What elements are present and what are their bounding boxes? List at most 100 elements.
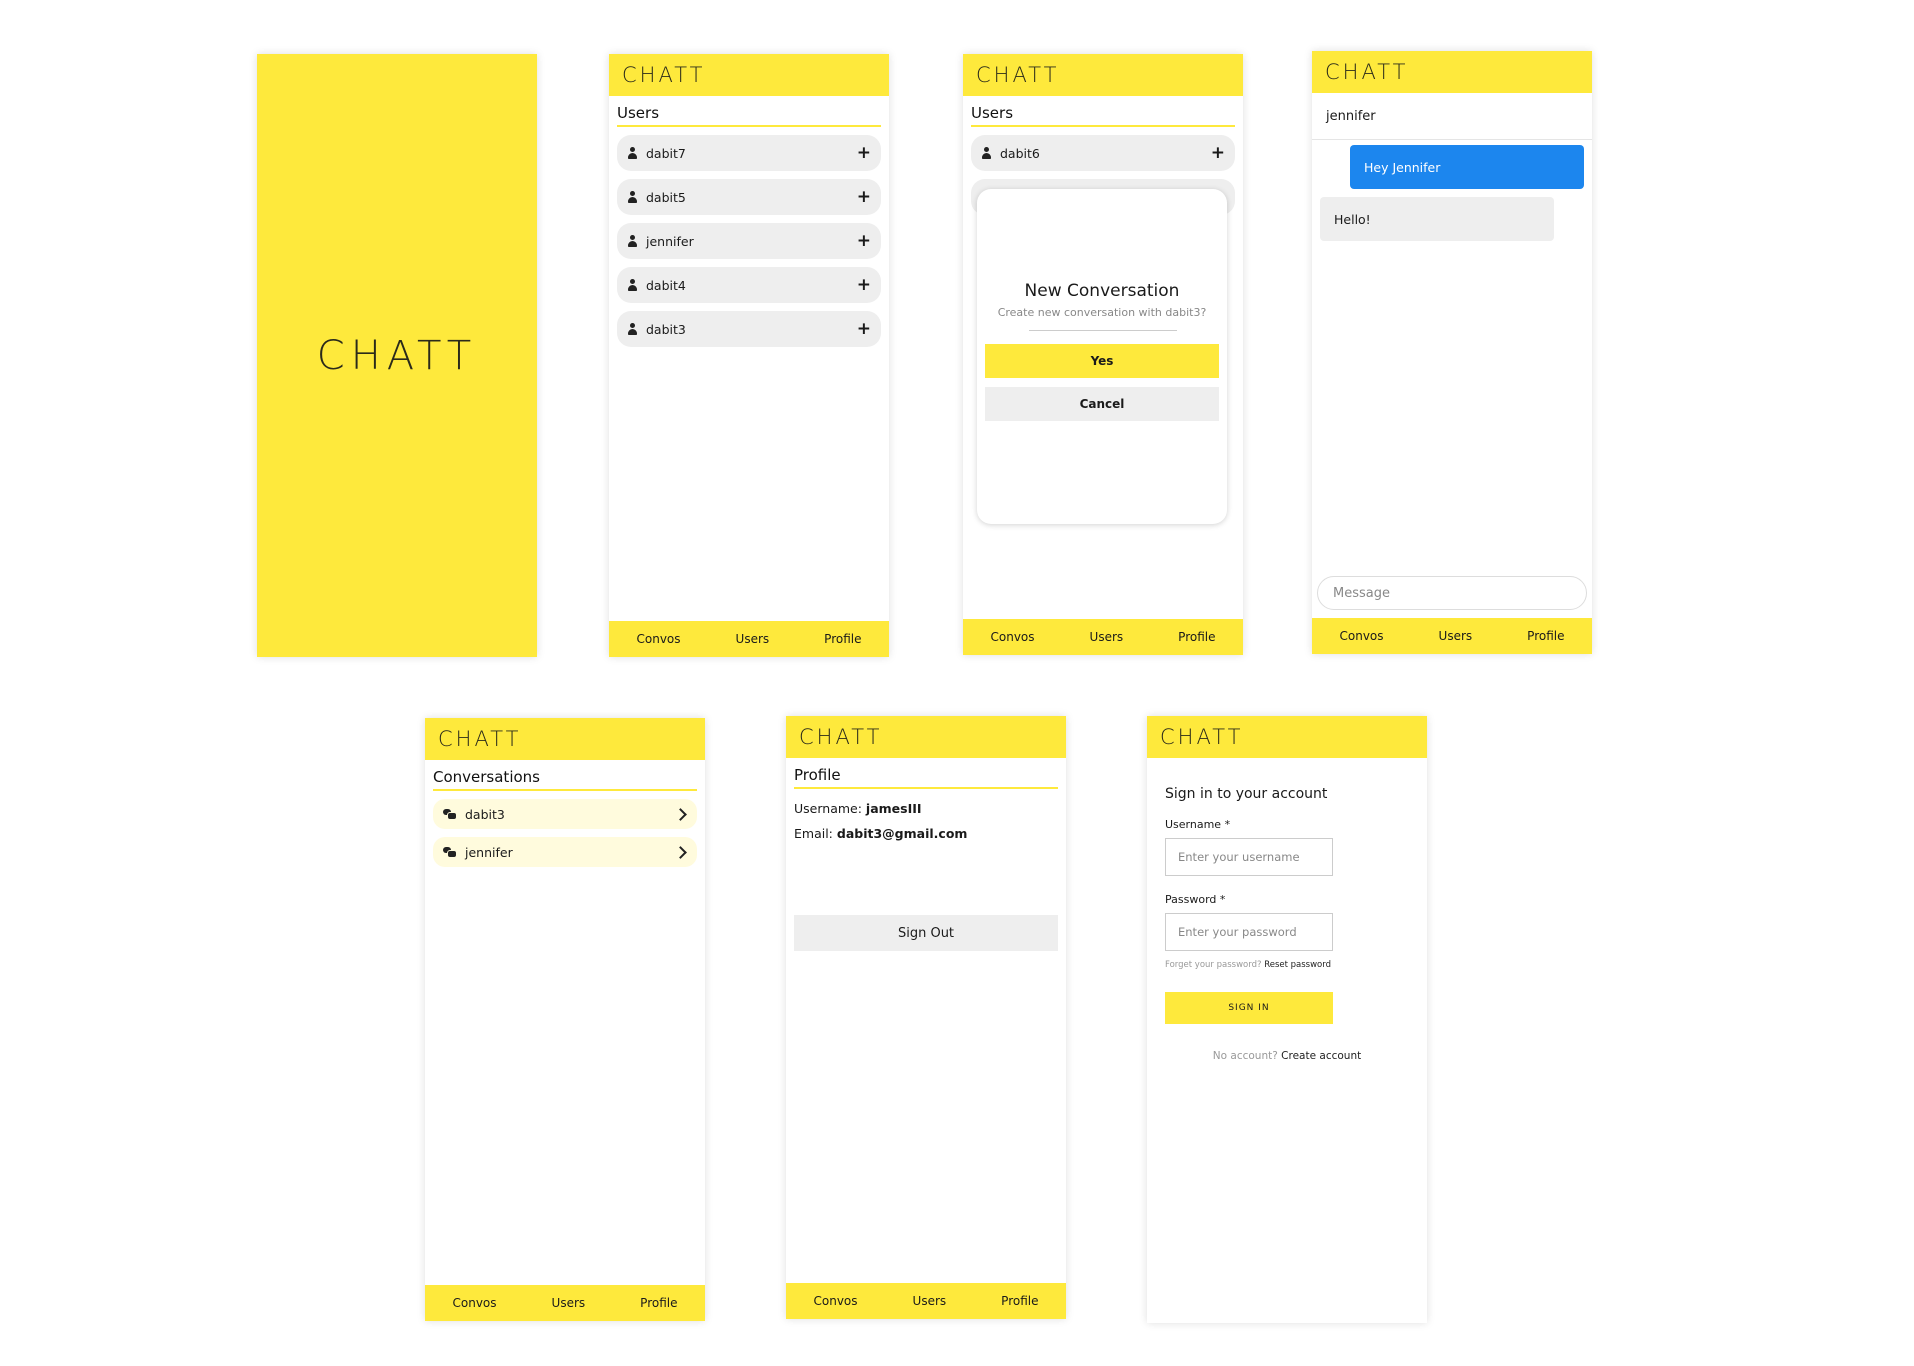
person-icon — [627, 147, 638, 159]
chevron-right-icon — [674, 807, 687, 821]
no-account-text: No account? — [1212, 1050, 1278, 1062]
nav-convos[interactable]: Convos — [985, 630, 1041, 644]
modal-title: New Conversation — [1024, 281, 1180, 301]
nav-profile[interactable]: Profile — [995, 1294, 1044, 1308]
username-value: jamesIII — [865, 801, 922, 816]
divider — [1029, 330, 1177, 331]
app-header: CHATT — [963, 54, 1243, 96]
conversation-name: jennifer — [465, 844, 513, 860]
plus-icon[interactable]: + — [857, 232, 871, 250]
user-item[interactable]: dabit5 + — [617, 179, 881, 215]
app-logo: CHATT — [622, 63, 706, 87]
nav-profile[interactable]: Profile — [1172, 630, 1221, 644]
email-label: Email: — [794, 826, 833, 841]
message-input[interactable]: Message — [1317, 576, 1587, 610]
bottom-nav: Convos Users Profile — [1312, 618, 1592, 654]
person-icon — [627, 235, 638, 247]
message-incoming: Hello! — [1320, 197, 1554, 241]
yes-button[interactable]: Yes — [985, 344, 1219, 378]
bottom-nav: Convos Users Profile — [425, 1285, 705, 1321]
user-name: dabit5 — [646, 189, 686, 205]
forgot-text: Forget your password? — [1165, 960, 1262, 970]
nav-convos[interactable]: Convos — [1334, 629, 1390, 643]
app-header: CHATT — [786, 716, 1066, 758]
page-title: Conversations — [433, 766, 697, 791]
new-conversation-modal: New Conversation Create new conversation… — [977, 189, 1227, 524]
user-item[interactable]: dabit4 + — [617, 267, 881, 303]
user-name: dabit3 — [646, 321, 686, 337]
email-value: dabit3@gmail.com — [836, 826, 968, 841]
app-logo: CHATT — [1160, 725, 1244, 749]
username-label: Username * — [1165, 818, 1231, 831]
bottom-nav: Convos Users Profile — [963, 619, 1243, 655]
signin-title: Sign in to your account — [1165, 786, 1328, 802]
message-outgoing: Hey Jennifer — [1350, 145, 1584, 189]
users-screen: CHATT Users dabit7 + dabit5 + jennifer + da… — [609, 54, 889, 657]
profile-username: Username: jamesIII — [794, 801, 1058, 816]
bottom-nav: Convos Users Profile — [609, 621, 889, 657]
person-icon — [627, 191, 638, 203]
chat-screen: CHATT jennifer Hey Jennifer Hello! Messa… — [1312, 51, 1592, 654]
app-header: CHATT — [1312, 51, 1592, 93]
nav-convos[interactable]: Convos — [631, 632, 687, 646]
person-icon — [627, 323, 638, 335]
page-title: Users — [617, 102, 881, 127]
person-icon — [627, 279, 638, 291]
nav-users[interactable]: Users — [1433, 629, 1479, 643]
conversation-item[interactable]: jennifer — [433, 837, 697, 867]
user-name: dabit7 — [646, 145, 686, 161]
nav-convos[interactable]: Convos — [447, 1296, 503, 1310]
chat-icon — [443, 809, 457, 820]
user-item[interactable]: dabit3 + — [617, 311, 881, 347]
sign-in-button[interactable]: SIGN IN — [1165, 992, 1333, 1024]
nav-users[interactable]: Users — [546, 1296, 592, 1310]
plus-icon[interactable]: + — [857, 144, 871, 162]
page-title: Profile — [794, 764, 1058, 789]
splash-logo: CHATT — [316, 332, 478, 379]
new-convo-screen: CHATT Users dabit6 + New Conversation Cre… — [963, 54, 1243, 655]
cancel-button[interactable]: Cancel — [985, 387, 1219, 421]
user-name: jennifer — [646, 233, 694, 249]
nav-users[interactable]: Users — [907, 1294, 953, 1308]
reset-password-link[interactable]: Reset password — [1264, 960, 1331, 970]
app-logo: CHATT — [976, 63, 1060, 87]
conversations-screen: CHATT Conversations dabit3 jennifer Conv… — [425, 718, 705, 1321]
sign-out-button[interactable]: Sign Out — [794, 915, 1058, 951]
signin-screen: CHATT Sign in to your account Username *… — [1147, 716, 1427, 1323]
conversation-item[interactable]: dabit3 — [433, 799, 697, 829]
nav-users[interactable]: Users — [1084, 630, 1130, 644]
person-icon — [981, 147, 992, 159]
app-header: CHATT — [1147, 716, 1427, 758]
user-item[interactable]: jennifer + — [617, 223, 881, 259]
page-title: Users — [971, 102, 1235, 127]
app-logo: CHATT — [438, 727, 522, 751]
plus-icon[interactable]: + — [857, 188, 871, 206]
nav-convos[interactable]: Convos — [808, 1294, 864, 1308]
user-name: dabit4 — [646, 277, 686, 293]
user-item[interactable]: dabit7 + — [617, 135, 881, 171]
chat-contact-name: jennifer — [1312, 93, 1592, 140]
create-account-link[interactable]: Create account — [1281, 1050, 1361, 1062]
user-name: dabit6 — [1000, 145, 1040, 161]
nav-profile[interactable]: Profile — [818, 632, 867, 646]
nav-profile[interactable]: Profile — [634, 1296, 683, 1310]
splash-screen: CHATT — [257, 54, 537, 657]
plus-icon[interactable]: + — [857, 320, 871, 338]
nav-users[interactable]: Users — [730, 632, 776, 646]
chat-icon — [443, 847, 457, 858]
chevron-right-icon — [674, 845, 687, 859]
plus-icon[interactable]: + — [857, 276, 871, 294]
app-header: CHATT — [609, 54, 889, 96]
nav-profile[interactable]: Profile — [1521, 629, 1570, 643]
password-label: Password * — [1165, 893, 1226, 906]
profile-screen: CHATT Profile Username: jamesIII Email: … — [786, 716, 1066, 1319]
no-account: No account? Create account — [1147, 1050, 1427, 1062]
app-header: CHATT — [425, 718, 705, 760]
password-input[interactable]: Enter your password — [1165, 913, 1333, 951]
app-logo: CHATT — [799, 725, 883, 749]
bottom-nav: Convos Users Profile — [786, 1283, 1066, 1319]
user-item[interactable]: dabit6 + — [971, 135, 1235, 171]
plus-icon[interactable]: + — [1211, 144, 1225, 162]
username-input[interactable]: Enter your username — [1165, 838, 1333, 876]
username-label: Username: — [794, 801, 862, 816]
